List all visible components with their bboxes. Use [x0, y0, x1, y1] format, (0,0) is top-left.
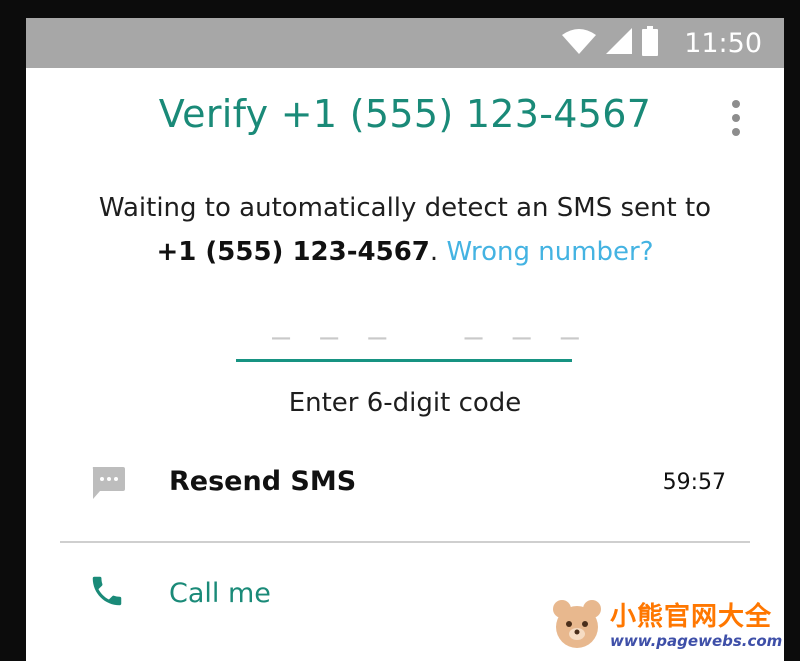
menu-dot — [732, 114, 740, 122]
watermark: 小熊官网大全 www.pagewebs.com — [550, 592, 800, 661]
wifi-icon — [562, 28, 597, 59]
status-time: 11:50 — [684, 27, 762, 59]
menu-dot — [732, 128, 740, 136]
divider — [60, 541, 750, 543]
code-input-underline — [236, 359, 572, 362]
code-input-label: Enter 6-digit code — [288, 388, 522, 418]
resend-sms-label: Resend SMS — [169, 466, 357, 497]
wrong-number-link[interactable]: Wrong number? — [446, 237, 653, 267]
phone-number: +1 (555) 123-4567 — [156, 237, 430, 267]
separator: . — [429, 237, 439, 267]
battery-icon — [642, 25, 659, 61]
resend-sms-button[interactable]: Resend SMS 59:57 — [26, 458, 784, 528]
watermark-text: 小熊官网大全 www.pagewebs.com — [610, 604, 782, 649]
cellular-signal-icon — [606, 27, 633, 59]
watermark-title: 小熊官网大全 — [610, 602, 773, 632]
bear-logo-icon — [550, 597, 604, 656]
phone-screen: 11:50 Verify +1 (555) 123-4567 Waiting t… — [26, 18, 784, 661]
message-icon — [90, 466, 126, 505]
more-vertical-icon[interactable] — [726, 98, 746, 138]
code-input[interactable]: – – – – – – — [272, 320, 585, 355]
watermark-url: www.pagewebs.com — [610, 632, 783, 650]
sms-instructions: Waiting to automatically detect an SMS s… — [26, 186, 784, 274]
page-title: Verify +1 (555) 123-4567 — [158, 92, 652, 136]
status-bar: 11:50 — [26, 18, 784, 68]
call-me-label: Call me — [169, 578, 271, 609]
menu-dot — [732, 100, 740, 108]
instructions-line1: Waiting to automatically detect an SMS s… — [98, 193, 712, 223]
status-icons: 11:50 — [562, 18, 762, 68]
phone-icon — [88, 572, 126, 615]
resend-timer: 59:57 — [662, 470, 726, 495]
instructions-line2: +1 (555) 123-4567. Wrong number? — [26, 230, 784, 274]
